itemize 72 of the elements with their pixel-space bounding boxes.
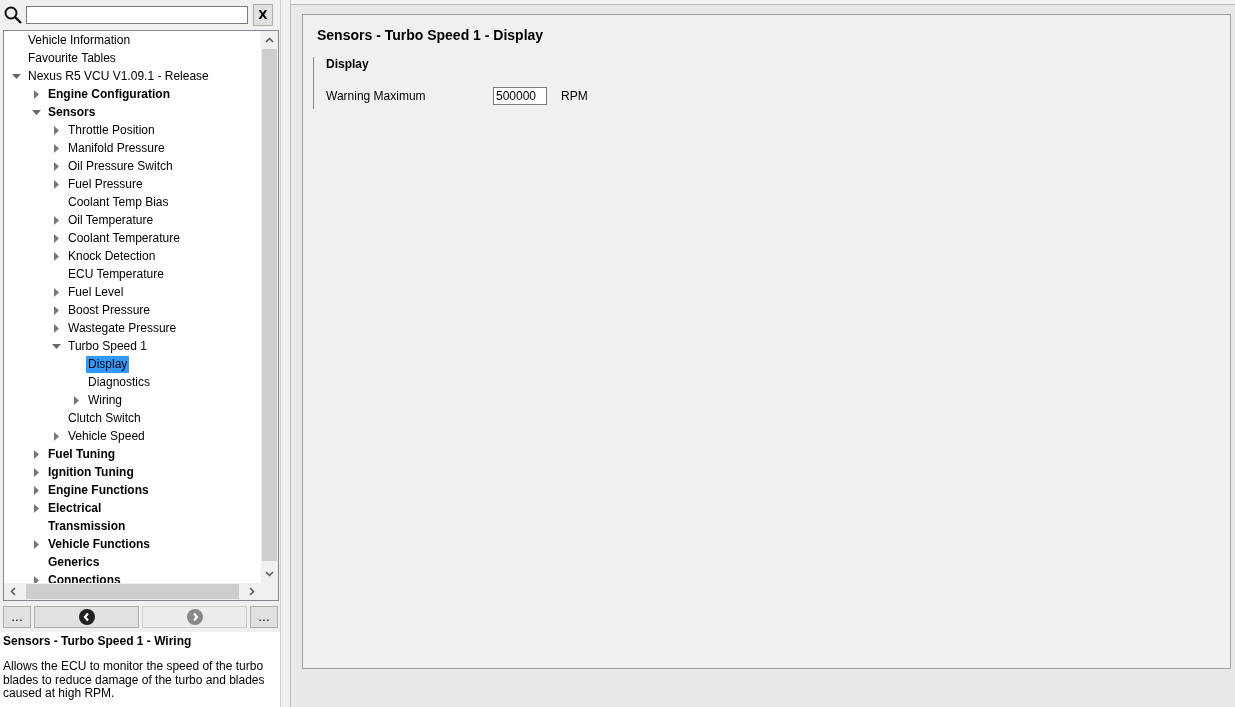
expand-arrow-icon[interactable] (33, 575, 39, 583)
tree-item[interactable]: Vehicle Functions (46, 535, 153, 553)
expand-arrow-icon[interactable] (53, 179, 59, 189)
unit-label: RPM (561, 89, 588, 103)
expand-arrow-icon[interactable] (33, 89, 39, 99)
tree-item[interactable]: Diagnostics (86, 373, 153, 391)
scroll-up-icon[interactable] (265, 37, 274, 43)
tree-item[interactable]: Engine Functions (46, 481, 151, 499)
tree-item[interactable]: Display (86, 355, 130, 373)
tree-item[interactable]: Vehicle Speed (66, 427, 147, 445)
tree-item[interactable]: Ignition Tuning (46, 463, 136, 481)
tree-item[interactable]: Oil Pressure Switch (66, 157, 175, 175)
expand-arrow-icon[interactable] (53, 143, 59, 153)
tree-item[interactable]: Engine Configuration (46, 85, 172, 103)
tree-item[interactable]: Vehicle Information (26, 31, 133, 49)
expand-arrow-icon[interactable] (33, 467, 39, 477)
scroll-left-icon[interactable] (10, 587, 16, 596)
tree-item[interactable]: Connections (46, 571, 123, 583)
tree-item[interactable]: Coolant Temp Bias (66, 193, 171, 211)
expand-arrow-icon[interactable] (53, 233, 59, 243)
expand-arrow-icon[interactable] (53, 287, 59, 297)
expand-arrow-icon[interactable] (53, 305, 59, 315)
section-title: Display (326, 57, 370, 73)
collapse-arrow-icon[interactable] (31, 109, 41, 115)
tree-item[interactable]: Generics (46, 553, 102, 571)
tree-item[interactable]: Oil Temperature (66, 211, 156, 229)
expand-arrow-icon[interactable] (73, 395, 79, 405)
tree-item[interactable]: ECU Temperature (66, 265, 166, 283)
expand-arrow-icon[interactable] (53, 431, 59, 441)
expand-arrow-icon[interactable] (33, 449, 39, 459)
vertical-scrollbar[interactable] (261, 31, 278, 583)
tree-item[interactable]: Favourite Tables (26, 49, 118, 67)
scroll-right-icon[interactable] (249, 587, 255, 596)
page-title: Sensors - Turbo Speed 1 - Display (317, 27, 545, 43)
description-title: Sensors - Turbo Speed 1 - Wiring (3, 634, 193, 648)
tree-item[interactable]: Fuel Pressure (66, 175, 145, 193)
tree-item[interactable]: Sensors (46, 103, 98, 121)
first-button[interactable]: ... (3, 606, 31, 628)
last-button[interactable]: ... (250, 606, 278, 628)
expand-arrow-icon[interactable] (33, 485, 39, 495)
tree-item[interactable]: Fuel Level (66, 283, 126, 301)
search-icon (4, 6, 22, 24)
back-button[interactable] (34, 606, 139, 628)
field-label: Warning Maximum (326, 89, 427, 103)
expand-arrow-icon[interactable] (53, 215, 59, 225)
tree-item[interactable]: Nexus R5 VCU V1.09.1 - Release (26, 67, 211, 85)
expand-arrow-icon[interactable] (53, 251, 59, 261)
tree-item[interactable]: Knock Detection (66, 247, 158, 265)
expand-arrow-icon[interactable] (53, 323, 59, 333)
tree-item[interactable]: Manifold Pressure (66, 139, 167, 157)
clear-search-button[interactable]: X (253, 4, 273, 26)
tree-item[interactable]: Coolant Temperature (66, 229, 182, 247)
tree-item[interactable]: Wiring (86, 391, 124, 409)
tree-item[interactable]: Clutch Switch (66, 409, 143, 427)
tree-item[interactable]: Boost Pressure (66, 301, 153, 319)
tree-item[interactable]: Fuel Tuning (46, 445, 118, 463)
tree-item[interactable]: Throttle Position (66, 121, 157, 139)
expand-arrow-icon[interactable] (53, 161, 59, 171)
description-text: Allows the ECU to monitor the speed of the turbo blades to reduce damage of the turbo and blades caused at high RPM. (3, 660, 266, 701)
collapse-arrow-icon[interactable] (11, 73, 21, 79)
tree-item[interactable]: Wastegate Pressure (66, 319, 179, 337)
tree-item[interactable]: Electrical (46, 499, 104, 517)
expand-arrow-icon[interactable] (33, 539, 39, 549)
expand-arrow-icon[interactable] (53, 125, 59, 135)
scroll-down-icon[interactable] (265, 571, 274, 577)
collapse-arrow-icon[interactable] (51, 343, 61, 349)
search-field[interactable] (26, 6, 248, 24)
expand-arrow-icon[interactable] (33, 503, 39, 513)
horizontal-scrollbar[interactable] (4, 583, 278, 600)
tree-item[interactable]: Transmission (46, 517, 128, 535)
tree-item[interactable]: Turbo Speed 1 (66, 337, 149, 355)
value-field[interactable]: 500000 (493, 87, 547, 105)
